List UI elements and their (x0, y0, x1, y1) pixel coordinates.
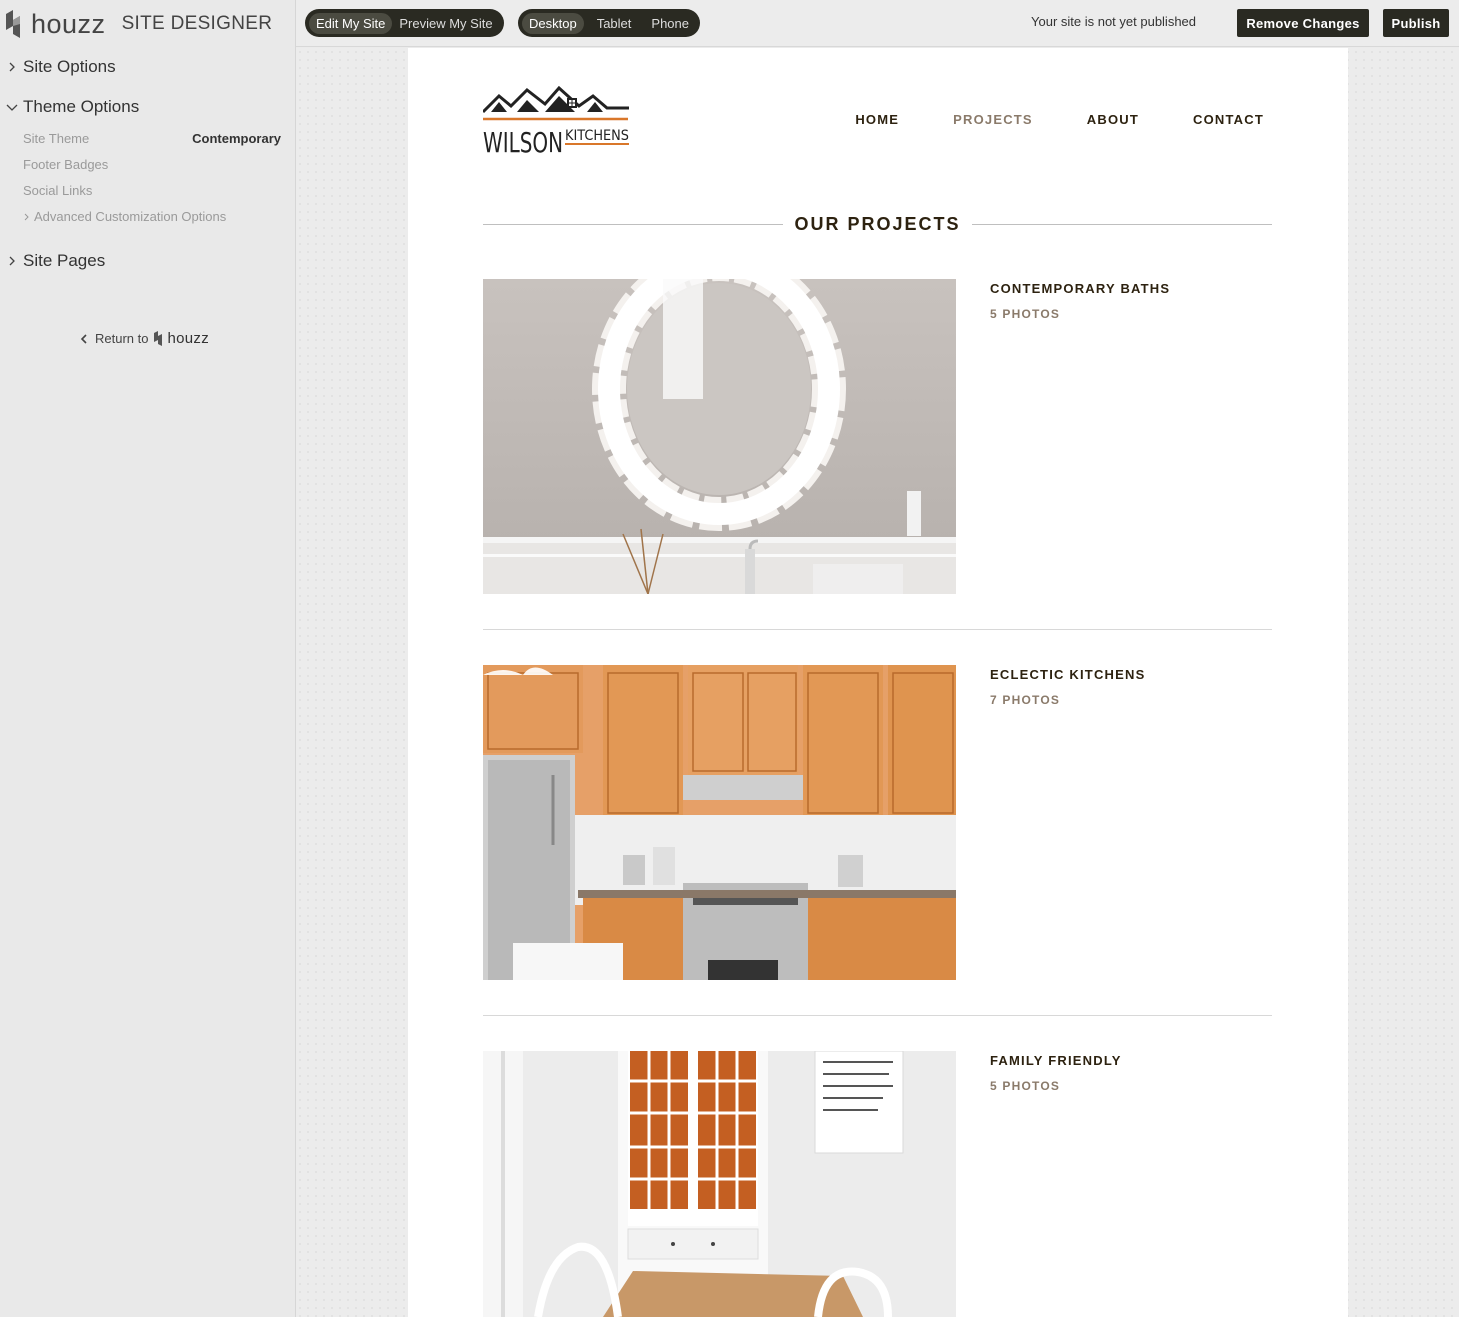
remove-changes-button[interactable]: Remove Changes (1237, 9, 1369, 37)
chevron-left-icon (80, 333, 87, 344)
nav-projects[interactable]: PROJECTS (953, 112, 1033, 127)
project-title[interactable]: ECLECTIC KITCHENS (990, 667, 1145, 682)
chevron-down-icon (6, 104, 18, 111)
desktop-button[interactable]: Desktop (522, 12, 584, 34)
houzz-brand: houzz (167, 330, 210, 347)
project-title[interactable]: FAMILY FRIENDLY (990, 1053, 1122, 1068)
project-thumbnail-kitchen[interactable] (483, 665, 956, 980)
section-label: Site Pages (23, 251, 106, 270)
preview-my-site-button[interactable]: Preview My Site (392, 13, 499, 34)
top-toolbar: Edit My Site Preview My Site Desktop Tab… (296, 0, 1459, 47)
project-title[interactable]: CONTEMPORARY BATHS (990, 281, 1170, 296)
sidebar-item-social-links[interactable]: Social Links (23, 182, 92, 200)
nav-about[interactable]: ABOUT (1087, 112, 1139, 127)
houzz-logo-icon (154, 331, 163, 346)
site-theme-value[interactable]: Contemporary (192, 130, 281, 148)
project-item: CONTEMPORARY BATHS 5 PHOTOS (483, 279, 1272, 594)
project-photo-count: 5 PHOTOS (990, 1079, 1061, 1093)
houzz-logo-icon (6, 10, 20, 38)
section-label: Theme Options (23, 97, 140, 116)
sidebar-item-label: Advanced Customization Options (34, 209, 227, 224)
project-photo-count: 7 PHOTOS (990, 693, 1061, 707)
tablet-button[interactable]: Tablet (590, 13, 639, 34)
chevron-right-icon (24, 213, 29, 221)
edit-my-site-button[interactable]: Edit My Site (309, 12, 393, 34)
section-site-options[interactable]: Site Options (6, 55, 116, 79)
sidebar: houzz SITE DESIGNER Site Options Theme O… (0, 0, 296, 1317)
site-navigation: HOME PROJECTS ABOUT CONTACT (801, 112, 1264, 127)
section-label: Site Options (23, 57, 116, 76)
heading-rule-left (483, 223, 784, 225)
chevron-right-icon (9, 62, 15, 72)
project-divider (483, 1015, 1272, 1016)
publish-button[interactable]: Publish (1383, 9, 1449, 37)
return-label: Return to (95, 331, 149, 346)
wilson-kitchens-logo[interactable]: WILSON KITCHENS (483, 86, 633, 158)
nav-home[interactable]: HOME (855, 112, 899, 127)
project-divider (483, 629, 1272, 630)
sidebar-item-site-theme[interactable]: Site Theme (23, 130, 89, 148)
app-title: SITE DESIGNER (121, 13, 273, 34)
project-photo-count: 5 PHOTOS (990, 307, 1061, 321)
sidebar-item-advanced-customization[interactable]: Advanced Customization Options (23, 208, 226, 226)
page-title: OUR PROJECTS (794, 213, 961, 234)
chevron-right-icon (9, 256, 15, 266)
section-theme-options[interactable]: Theme Options (6, 95, 139, 119)
project-thumbnail-bathroom[interactable] (483, 279, 956, 594)
site-preview-page: WILSON KITCHENS HOME PROJECTS ABOUT CONT… (408, 48, 1348, 1317)
project-thumbnail-dining[interactable] (483, 1051, 956, 1317)
project-item: FAMILY FRIENDLY 5 PHOTOS (483, 1051, 1272, 1317)
mode-switcher: Edit My Site Preview My Site (305, 9, 504, 37)
nav-contact[interactable]: CONTACT (1193, 112, 1264, 127)
publish-status: Your site is not yet published (1031, 14, 1197, 29)
logo-text-wilson: WILSON (483, 126, 563, 158)
return-to-houzz-link[interactable]: Return to houzz (80, 330, 209, 347)
phone-button[interactable]: Phone (644, 13, 696, 34)
brand-name: houzz (31, 9, 106, 39)
heading-rule-right (971, 223, 1272, 225)
projects-heading: OUR PROJECTS (483, 213, 1272, 235)
brand: houzz SITE DESIGNER (6, 9, 272, 39)
preview-canvas: WILSON KITCHENS HOME PROJECTS ABOUT CONT… (296, 48, 1459, 1317)
logo-text-kitchens: KITCHENS (565, 128, 629, 144)
project-item: ECLECTIC KITCHENS 7 PHOTOS (483, 665, 1272, 980)
section-site-pages[interactable]: Site Pages (6, 249, 105, 273)
device-switcher: Desktop Tablet Phone (518, 9, 700, 37)
sidebar-item-footer-badges[interactable]: Footer Badges (23, 156, 108, 174)
